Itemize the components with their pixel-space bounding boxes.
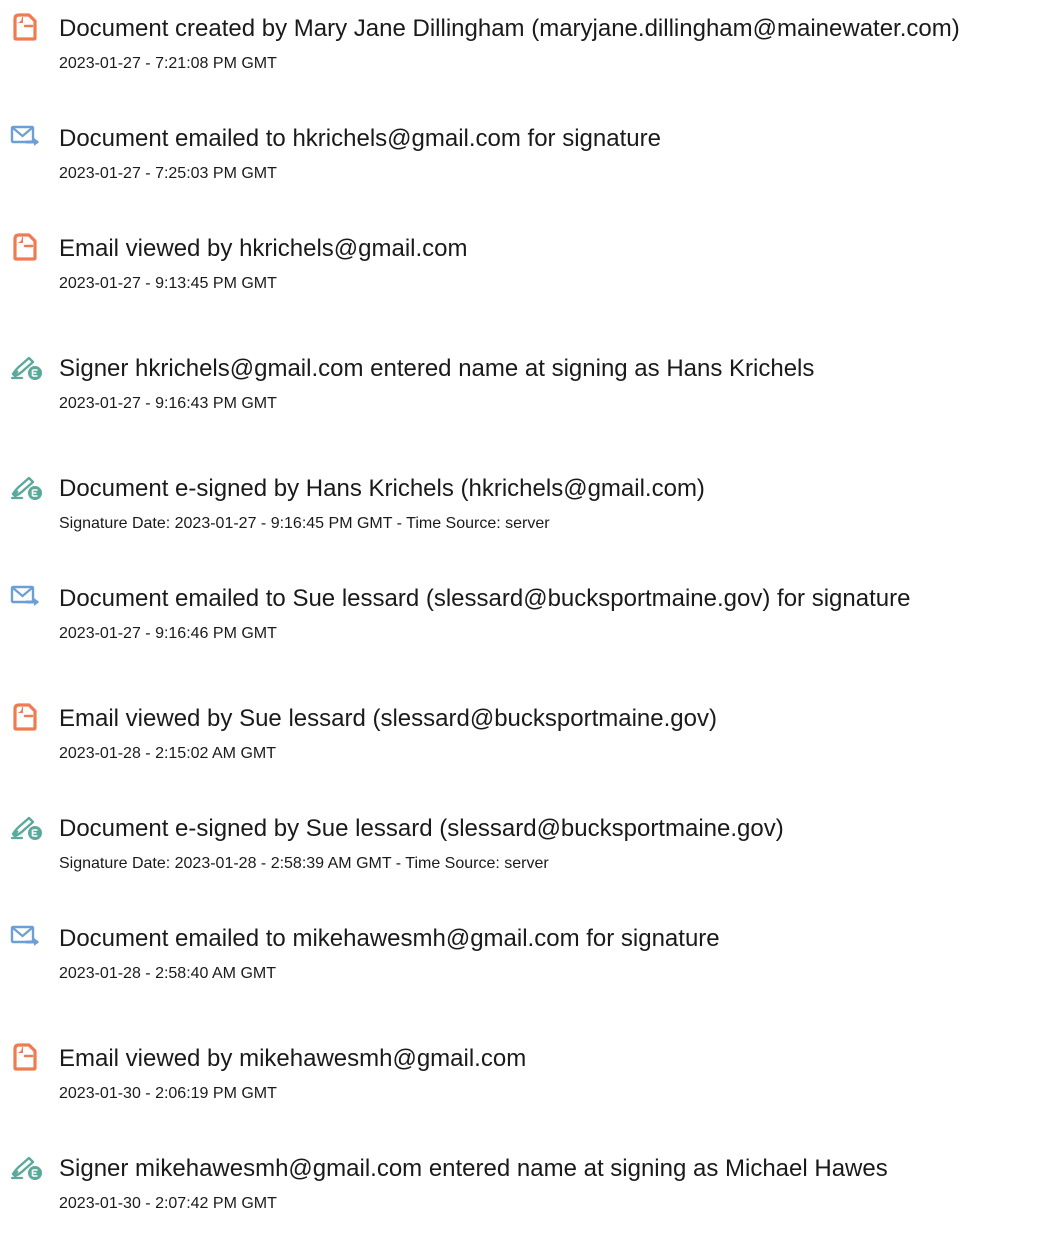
event-description: Document emailed to mikehawesmh@gmail.co… — [59, 925, 720, 952]
history-event: Document emailed to hkrichels@gmail.com … — [0, 122, 1060, 222]
history-event: Document created by Mary Jane Dillingham… — [0, 12, 1060, 112]
history-event: Signer mikehawesmh@gmail.com entered nam… — [0, 1152, 1060, 1252]
history-event: Document e-signed by Hans Krichels (hkri… — [0, 472, 1060, 572]
history-event: Document e-signed by Sue lessard (slessa… — [0, 812, 1060, 912]
event-description: Email viewed by Sue lessard (slessard@bu… — [59, 705, 717, 732]
email-sent-icon — [10, 582, 44, 616]
event-timestamp: 2023-01-30 - 2:07:42 PM GMT — [59, 1195, 277, 1212]
email-viewed-icon — [10, 702, 44, 736]
history-event: Email viewed by hkrichels@gmail.com 2023… — [0, 232, 1060, 332]
email-viewed-icon — [10, 1042, 44, 1076]
event-description: Document emailed to Sue lessard (slessar… — [59, 585, 911, 612]
history-event: Email viewed by Sue lessard (slessard@bu… — [0, 702, 1060, 802]
event-timestamp: 2023-01-28 - 2:58:40 AM GMT — [59, 965, 276, 982]
event-description: Document e-signed by Sue lessard (slessa… — [59, 815, 784, 842]
event-description: Email viewed by hkrichels@gmail.com — [59, 235, 468, 262]
email-viewed-icon — [10, 232, 44, 266]
signature-pen-icon — [10, 352, 44, 386]
event-description: Document e-signed by Hans Krichels (hkri… — [59, 475, 705, 502]
event-timestamp: 2023-01-27 - 9:16:46 PM GMT — [59, 625, 277, 642]
event-timestamp: 2023-01-28 - 2:15:02 AM GMT — [59, 745, 276, 762]
event-description: Email viewed by mikehawesmh@gmail.com — [59, 1045, 527, 1072]
signature-pen-icon — [10, 472, 44, 506]
document-created-icon — [10, 12, 44, 46]
event-description: Signer hkrichels@gmail.com entered name … — [59, 355, 815, 382]
email-sent-icon — [10, 922, 44, 956]
event-description: Document emailed to hkrichels@gmail.com … — [59, 125, 661, 152]
history-event: Document emailed to mikehawesmh@gmail.co… — [0, 922, 1060, 1022]
signature-pen-icon — [10, 812, 44, 846]
event-timestamp: 2023-01-27 - 9:16:43 PM GMT — [59, 395, 277, 412]
event-timestamp: Signature Date: 2023-01-27 - 9:16:45 PM … — [59, 515, 550, 532]
history-event: Email viewed by mikehawesmh@gmail.com 20… — [0, 1042, 1060, 1142]
event-timestamp: 2023-01-27 - 7:21:08 PM GMT — [59, 55, 277, 72]
event-timestamp: 2023-01-27 - 7:25:03 PM GMT — [59, 165, 277, 182]
event-timestamp: 2023-01-30 - 2:06:19 PM GMT — [59, 1085, 277, 1102]
history-event: Signer hkrichels@gmail.com entered name … — [0, 352, 1060, 452]
signature-pen-icon — [10, 1152, 44, 1186]
event-timestamp: Signature Date: 2023-01-28 - 2:58:39 AM … — [59, 855, 549, 872]
event-description: Document created by Mary Jane Dillingham… — [59, 15, 960, 42]
history-event: Document emailed to Sue lessard (slessar… — [0, 582, 1060, 682]
event-timestamp: 2023-01-27 - 9:13:45 PM GMT — [59, 275, 277, 292]
email-sent-icon — [10, 122, 44, 156]
event-description: Signer mikehawesmh@gmail.com entered nam… — [59, 1155, 888, 1182]
